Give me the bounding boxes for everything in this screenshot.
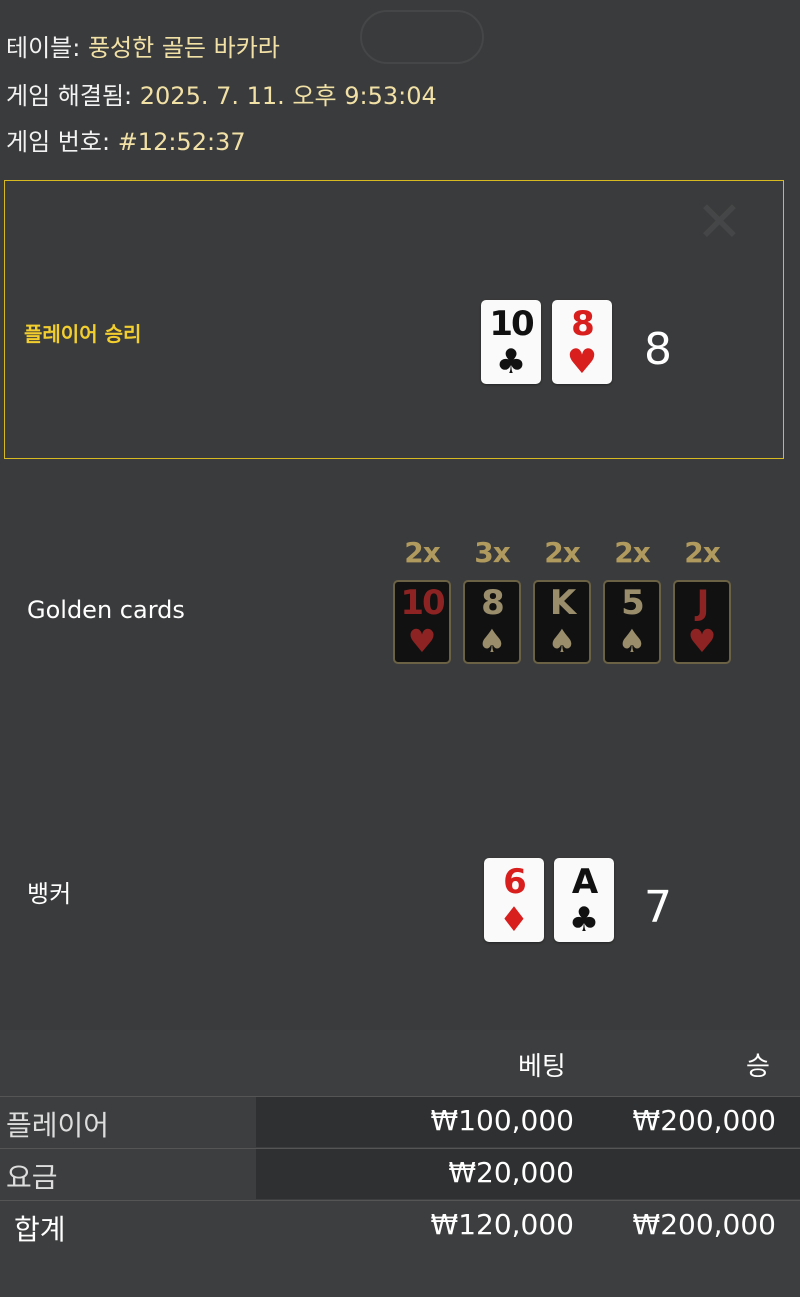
player-card-2: 8 ♥ [552, 300, 612, 384]
card-rank: K [549, 583, 576, 623]
card-rank: J [696, 583, 710, 623]
golden-multiplier: 2x [544, 536, 581, 569]
banker-card-1: 6 ♦ [484, 858, 544, 942]
golden-card-2: 8 ♠ [463, 580, 521, 664]
resolved-label: 게임 해결됨: [6, 82, 133, 110]
heart-icon: ♥ [407, 622, 437, 660]
table-divider [0, 1200, 800, 1201]
table-cell-win: ₩200,000 [632, 1104, 776, 1137]
golden-multiplier: 3x [474, 536, 511, 569]
card-rank: 8 [571, 304, 595, 344]
game-number-info: 게임 번호: #12:52:37 [6, 122, 246, 157]
spade-icon: ♠ [477, 622, 507, 660]
golden-multiplier: 2x [614, 536, 651, 569]
table-cell-bet: ₩20,000 [448, 1156, 574, 1189]
banker-score: 7 [644, 882, 672, 933]
background-ghost-ui [360, 10, 484, 64]
card-rank: 10 [400, 583, 445, 623]
table-total-win: ₩200,000 [632, 1208, 776, 1241]
golden-card-3: K ♠ [533, 580, 591, 664]
card-rank: A [571, 862, 598, 902]
golden-card-5: J ♥ [673, 580, 731, 664]
resolved-time: 2025. 7. 11. 오후 9:53:04 [139, 82, 437, 110]
player-win-label: 플레이어 승리 [24, 322, 142, 346]
club-icon: ♣ [495, 342, 527, 382]
table-row-label: 요금 [6, 1161, 58, 1194]
card-rank: 6 [503, 862, 527, 902]
table-total-bet: ₩120,000 [430, 1208, 574, 1241]
spade-icon: ♠ [617, 622, 647, 660]
diamond-icon: ♦ [498, 900, 530, 940]
card-rank: 10 [489, 304, 534, 344]
player-card-1: 10 ♣ [481, 300, 541, 384]
table-total-label: 합계 [14, 1213, 66, 1246]
player-score: 8 [644, 324, 672, 375]
heart-icon: ♥ [687, 622, 717, 660]
win-column-header: 승 [746, 1052, 770, 1082]
golden-card-4: 5 ♠ [603, 580, 661, 664]
club-icon: ♣ [568, 900, 600, 940]
table-row-label: 플레이어 [6, 1109, 110, 1142]
golden-multiplier: 2x [684, 536, 721, 569]
game-number: #12:52:37 [117, 128, 246, 156]
bet-column-header: 베팅 [518, 1052, 566, 1082]
table-name: 풍성한 골든 바카라 [87, 34, 280, 62]
table-label: 테이블: [6, 34, 81, 62]
spade-icon: ♠ [547, 622, 577, 660]
table-cell-bet: ₩100,000 [430, 1104, 574, 1137]
resolved-info: 게임 해결됨: 2025. 7. 11. 오후 9:53:04 [6, 76, 437, 111]
card-rank: 8 [481, 583, 505, 623]
table-info: 테이블: 풍성한 골든 바카라 [6, 28, 280, 63]
game-number-label: 게임 번호: [6, 128, 111, 156]
banker-card-2: A ♣ [554, 858, 614, 942]
heart-icon: ♥ [566, 342, 598, 382]
golden-cards-label: Golden cards [27, 596, 185, 624]
banker-label: 뱅커 [27, 880, 72, 908]
card-rank: 5 [621, 583, 645, 623]
golden-multiplier: 2x [404, 536, 441, 569]
golden-card-1: 10 ♥ [393, 580, 451, 664]
